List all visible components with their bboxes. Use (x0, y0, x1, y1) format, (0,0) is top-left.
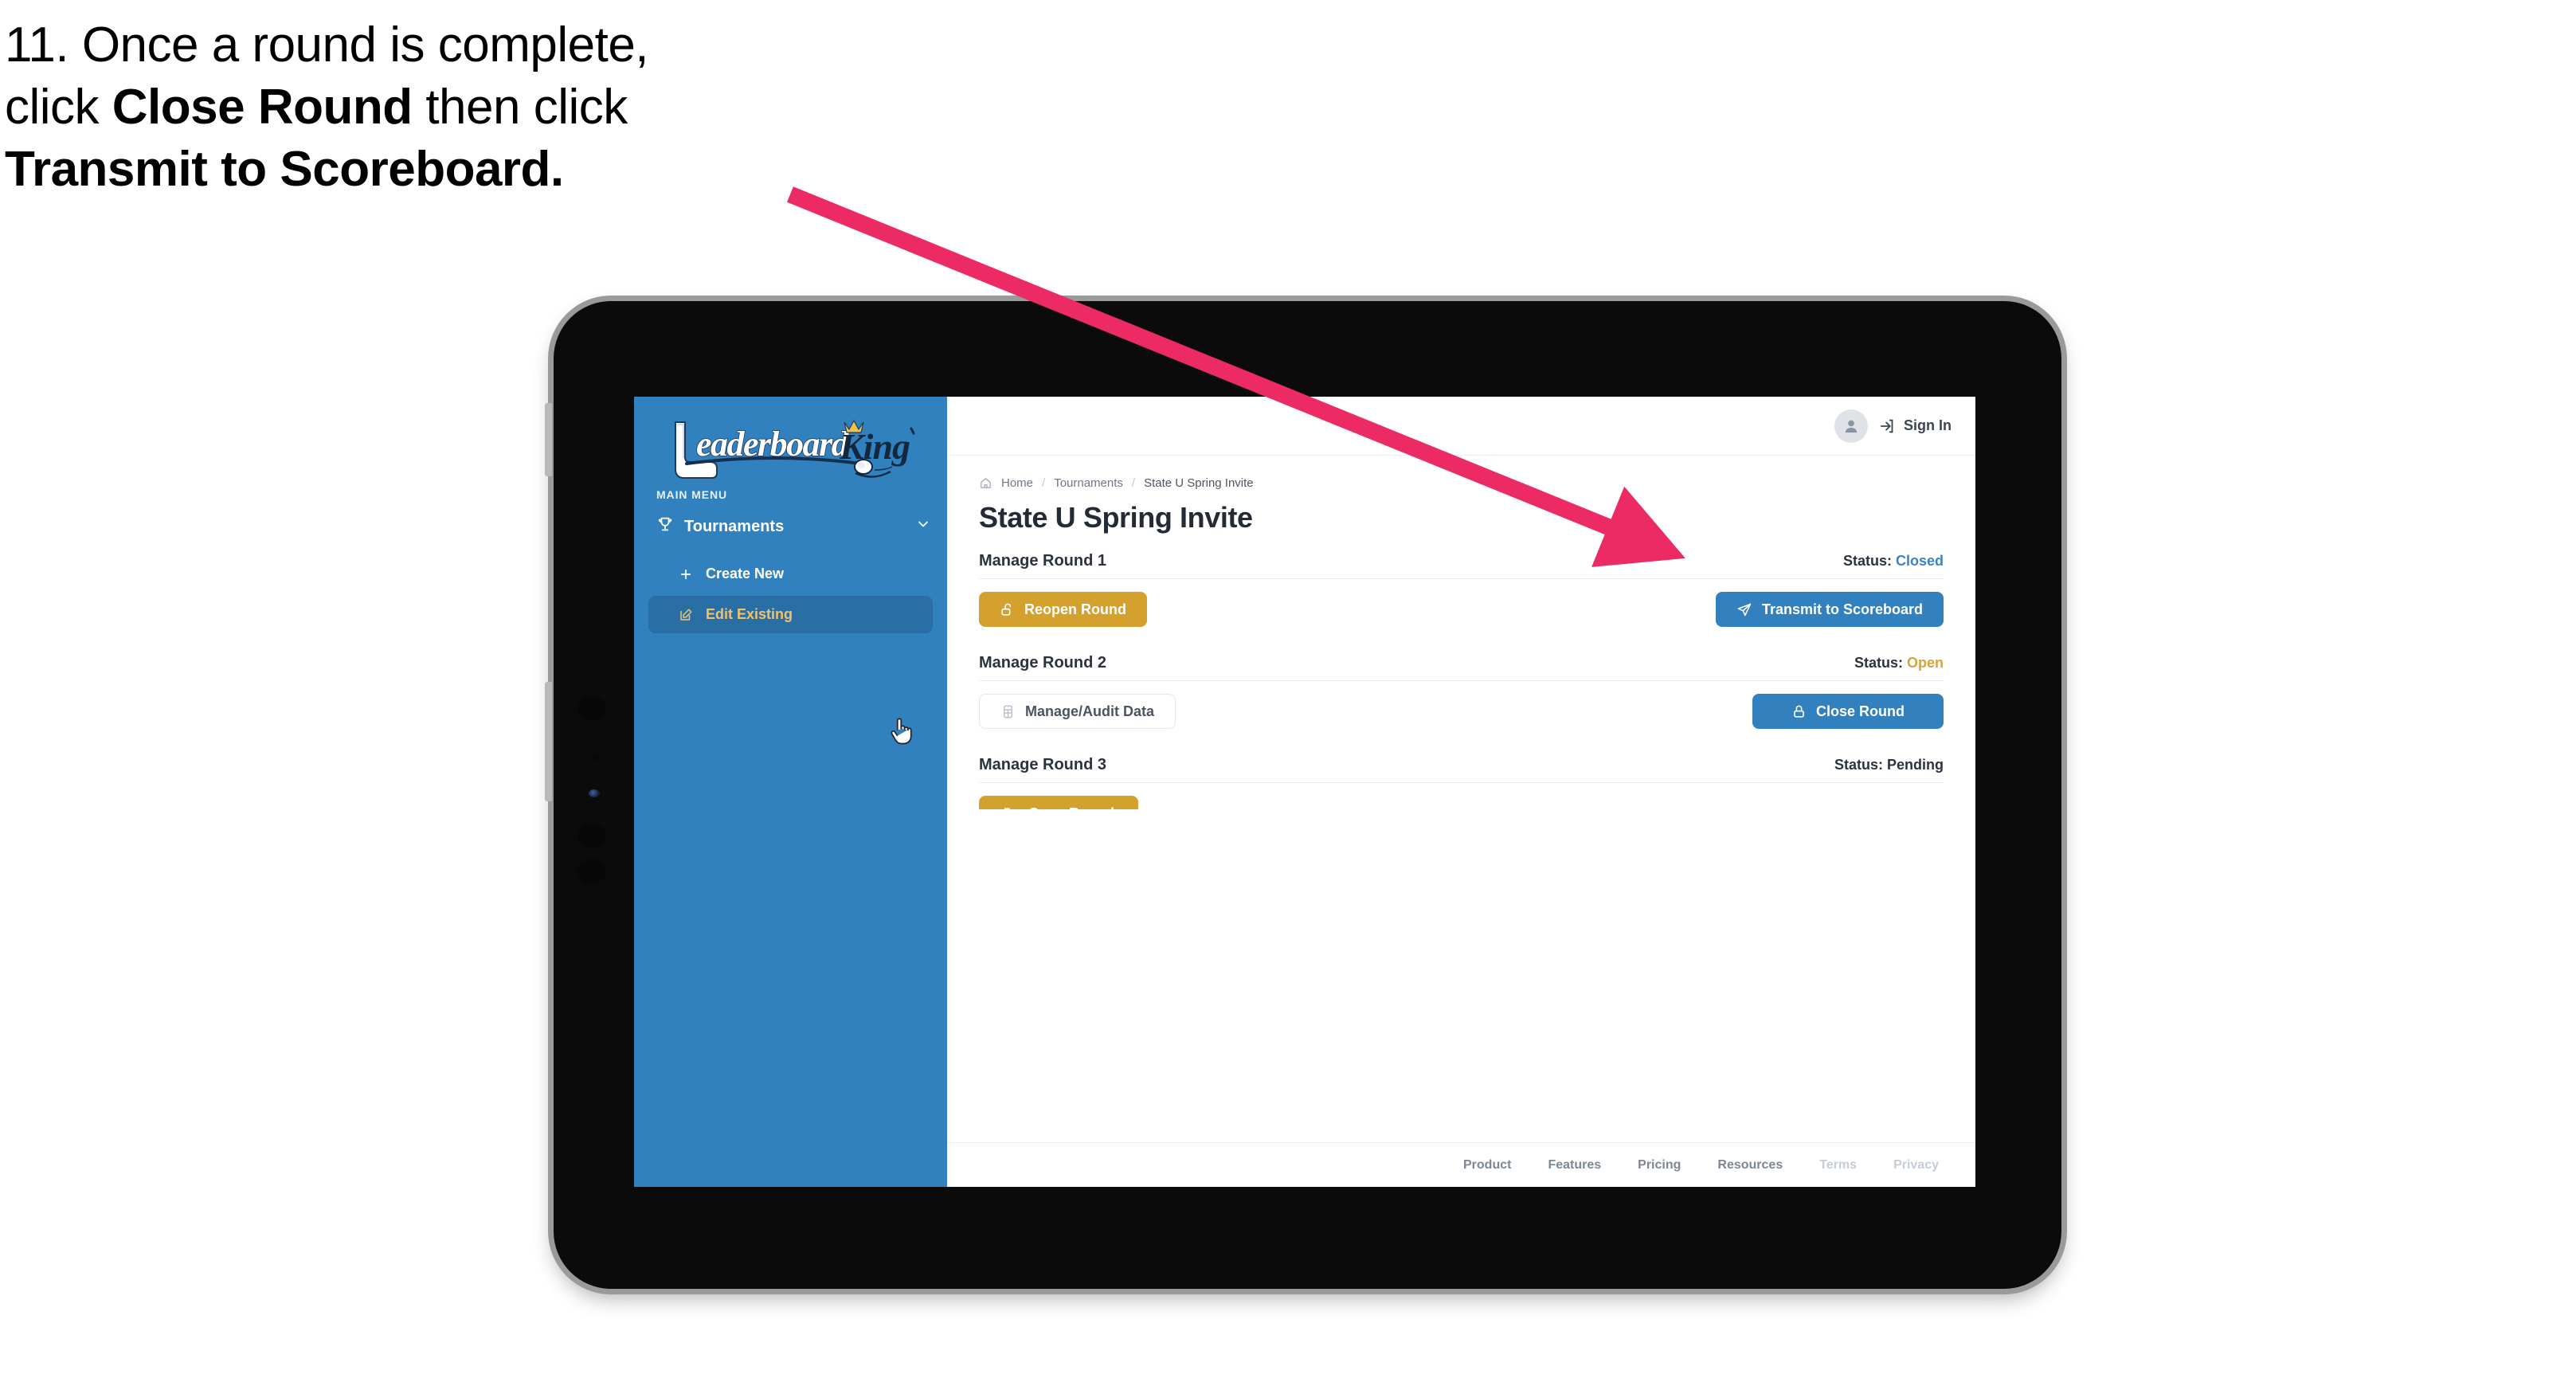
sign-in-label: Sign In (1904, 417, 1952, 433)
sidebar-item-create-new-label: Create New (706, 566, 785, 581)
avatar[interactable] (1834, 409, 1868, 443)
app-logo[interactable]: eaderboard King (634, 397, 947, 480)
breadcrumb-separator-2: / (1131, 476, 1136, 490)
round-1-title: Manage Round 1 (979, 552, 1107, 570)
open-round-button[interactable]: Open Round (979, 796, 1138, 809)
leaderboard-king-logo-icon: eaderboard King (675, 419, 915, 479)
round-3-status: Status: Pending (1834, 757, 1944, 773)
app-sidebar: eaderboard King MAIN MENU Tournaments Cr… (634, 397, 947, 1187)
round-block-1: Manage Round 1 Status: Closed Reopen Rou… (979, 552, 1944, 627)
breadcrumb-item-current: State U Spring Invite (1144, 476, 1254, 490)
breadcrumb: Home / Tournaments / State U Spring Invi… (979, 476, 1944, 499)
pointer-hand-cursor (887, 715, 914, 751)
round-2-title: Manage Round 2 (979, 654, 1107, 671)
device-camera-dot-2 (577, 823, 606, 848)
caption-close-round-bold: Close Round (112, 80, 413, 135)
table-grid-icon (1004, 705, 1012, 718)
unlock-icon (1001, 603, 1012, 616)
reopen-round-label: Reopen Round (1024, 601, 1126, 617)
sidebar-item-edit-existing-label: Edit Existing (706, 606, 793, 622)
caption-line-2-suffix: then click (412, 80, 628, 135)
footer-link-pricing[interactable]: Pricing (1638, 1158, 1681, 1173)
app-topbar: Sign In (947, 397, 1975, 456)
caption-line-3: Transmit to Scoreboard. (5, 139, 849, 201)
round-3-title: Manage Round 3 (979, 756, 1107, 773)
tablet-screen: eaderboard King MAIN MENU Tournaments Cr… (634, 397, 1975, 1187)
device-camera-dot-3 (577, 859, 606, 884)
device-camera-dot-1 (577, 695, 606, 721)
status-badge: Closed (1895, 553, 1944, 569)
page-content: Home / Tournaments / State U Spring Invi… (947, 456, 1975, 809)
status-badge: Open (1906, 655, 1944, 671)
plus-icon (677, 567, 695, 581)
sidebar-item-tournaments[interactable]: Tournaments (634, 501, 947, 552)
caption-line-2-prefix: click (5, 80, 112, 135)
app-footer: Product Features Pricing Resources Terms… (947, 1142, 1975, 1187)
close-round-label: Close Round (1816, 703, 1905, 719)
tablet-device-frame: eaderboard King MAIN MENU Tournaments Cr… (545, 301, 2061, 1289)
round-block-2: Manage Round 2 Status: Open Manage/Audit… (979, 654, 1944, 729)
edit-square-icon (677, 608, 695, 622)
footer-link-product[interactable]: Product (1463, 1158, 1511, 1173)
screenshot-canvas: 11. Once a round is complete, click Clos… (0, 0, 2576, 1386)
breadcrumb-item-tournaments[interactable]: Tournaments (1054, 476, 1123, 490)
user-avatar-icon (1845, 420, 1858, 433)
app-main: Sign In Home / Tournaments / State U Spr… (947, 397, 1975, 1187)
svg-text:King: King (839, 426, 910, 467)
footer-link-resources[interactable]: Resources (1717, 1158, 1783, 1173)
caption-line-2: click Close Round then click (5, 76, 849, 139)
footer-link-features[interactable]: Features (1548, 1158, 1601, 1173)
sign-in-button[interactable]: Sign In (1879, 417, 1952, 435)
sidebar-section-label: MAIN MENU (656, 488, 727, 501)
status-badge: Pending (1887, 757, 1944, 773)
round-1-status: Status: Closed (1843, 553, 1944, 570)
close-round-button[interactable]: Close Round (1752, 694, 1944, 729)
home-icon[interactable] (979, 476, 992, 490)
trophy-icon (656, 515, 674, 538)
paper-plane-icon (1737, 603, 1752, 617)
manage-audit-data-label: Manage/Audit Data (1025, 703, 1155, 719)
footer-link-privacy[interactable]: Privacy (1893, 1158, 1939, 1173)
sidebar-item-edit-existing[interactable]: Edit Existing (648, 596, 933, 633)
footer-link-terms[interactable]: Terms (1819, 1158, 1857, 1173)
breadcrumb-separator-1: / (1042, 476, 1046, 490)
sidebar-item-tournaments-label: Tournaments (684, 517, 785, 535)
caption-line-1-text: 11. Once a round is complete, (5, 18, 649, 72)
round-2-status: Status: Open (1854, 655, 1944, 671)
instruction-caption: 11. Once a round is complete, click Clos… (5, 14, 849, 201)
caption-transmit-bold: Transmit to Scoreboard. (5, 142, 564, 198)
transmit-to-scoreboard-label: Transmit to Scoreboard (1761, 601, 1923, 617)
round-block-3: Manage Round 3 Status: Pending (979, 756, 1944, 809)
device-side-button-top (545, 403, 552, 476)
reopen-round-button[interactable]: Reopen Round (979, 592, 1147, 627)
chevron-down-icon[interactable] (915, 516, 931, 537)
round-2-status-label: Status: (1854, 655, 1903, 671)
device-sensor-dot (592, 755, 597, 761)
page-title: State U Spring Invite (979, 501, 1253, 534)
device-side-button-bottom (545, 682, 552, 801)
caption-line-1: 11. Once a round is complete, (5, 14, 849, 76)
manage-audit-data-button[interactable]: Manage/Audit Data (979, 694, 1176, 729)
sidebar-item-create-new[interactable]: Create New (648, 555, 933, 593)
transmit-to-scoreboard-button[interactable]: Transmit to Scoreboard (1715, 592, 1944, 627)
login-arrow-icon (1880, 419, 1893, 433)
device-lens-icon (589, 789, 600, 797)
round-1-status-label: Status: (1842, 553, 1892, 569)
breadcrumb-item-home[interactable]: Home (1001, 476, 1033, 490)
lock-icon (1794, 705, 1804, 718)
round-3-status-label: Status: (1834, 757, 1883, 773)
